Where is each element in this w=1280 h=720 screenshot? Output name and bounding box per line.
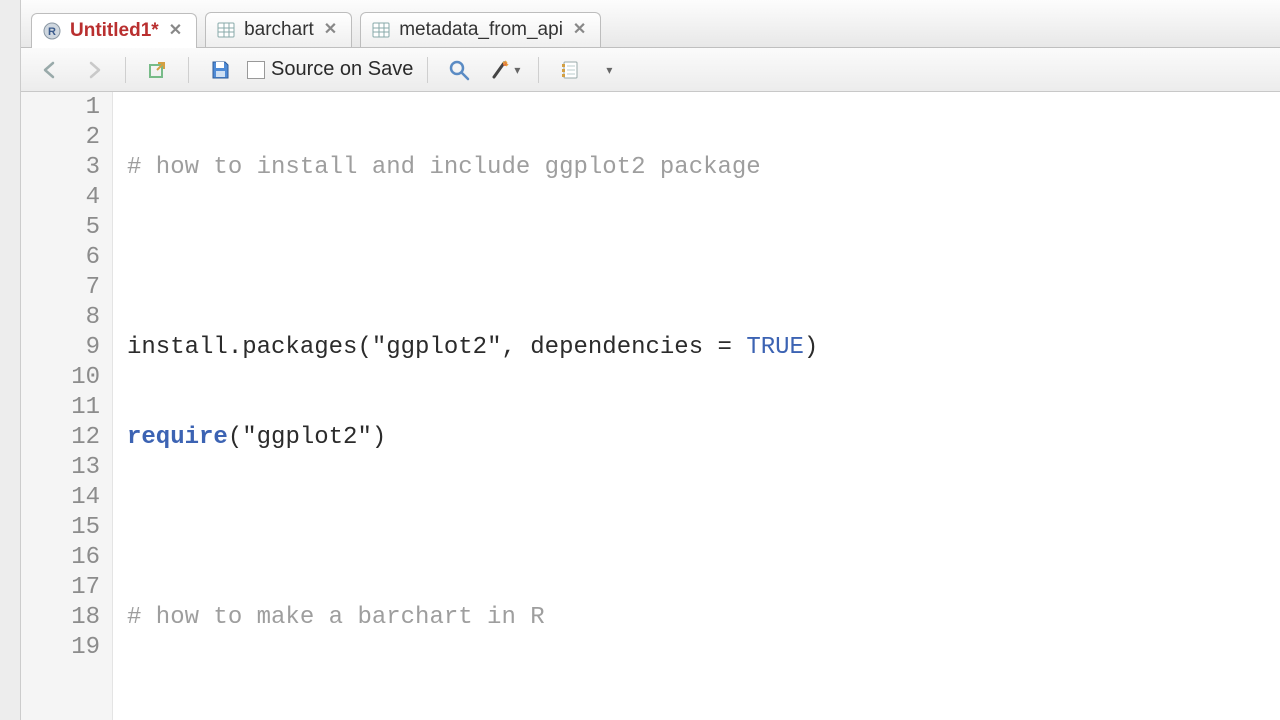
table-icon <box>216 20 236 40</box>
close-icon[interactable]: ✕ <box>167 23 184 39</box>
more-button[interactable]: ▾ <box>597 55 619 85</box>
notebook-button[interactable] <box>553 55 587 85</box>
svg-text:R: R <box>48 26 56 38</box>
r-script-icon: R <box>42 21 62 41</box>
separator <box>427 57 428 83</box>
rstudio-source-pane: R Untitled1* ✕ barchart ✕ metadata_from_… <box>20 0 1280 720</box>
close-icon[interactable]: ✕ <box>571 22 588 38</box>
line-gutter: 123 456 789 101112 131415 161718 19 <box>21 92 113 720</box>
source-on-save-label: Source on Save <box>271 58 413 81</box>
tab-metadata-from-api[interactable]: metadata_from_api ✕ <box>360 12 601 47</box>
find-button[interactable] <box>442 55 476 85</box>
code-area[interactable]: # how to install and include ggplot2 pac… <box>113 92 1280 720</box>
separator <box>188 57 189 83</box>
table-icon <box>371 20 391 40</box>
separator <box>125 57 126 83</box>
separator <box>538 57 539 83</box>
tab-label: metadata_from_api <box>399 19 563 41</box>
editor-toolbar: Source on Save ▾ ▾ <box>21 48 1280 92</box>
popout-button[interactable] <box>140 55 174 85</box>
code-token: # how to install and include ggplot2 pac… <box>127 154 761 181</box>
code-editor[interactable]: 123 456 789 101112 131415 161718 19 # ho… <box>21 92 1280 720</box>
save-button[interactable] <box>203 55 237 85</box>
chevron-down-icon: ▾ <box>514 63 520 77</box>
source-on-save-toggle[interactable]: Source on Save <box>247 58 413 81</box>
tab-label: barchart <box>244 19 314 41</box>
tab-barchart[interactable]: barchart ✕ <box>205 12 352 47</box>
chevron-down-icon: ▾ <box>606 63 612 77</box>
tab-strip: R Untitled1* ✕ barchart ✕ metadata_from_… <box>21 0 1280 48</box>
nav-back-button[interactable] <box>33 55 67 85</box>
close-icon[interactable]: ✕ <box>322 22 339 38</box>
tab-untitled1[interactable]: R Untitled1* ✕ <box>31 13 197 48</box>
tab-label: Untitled1* <box>70 20 159 42</box>
checkbox-icon[interactable] <box>247 61 265 79</box>
nav-forward-button[interactable] <box>77 55 111 85</box>
code-tools-button[interactable]: ▾ <box>486 55 524 85</box>
